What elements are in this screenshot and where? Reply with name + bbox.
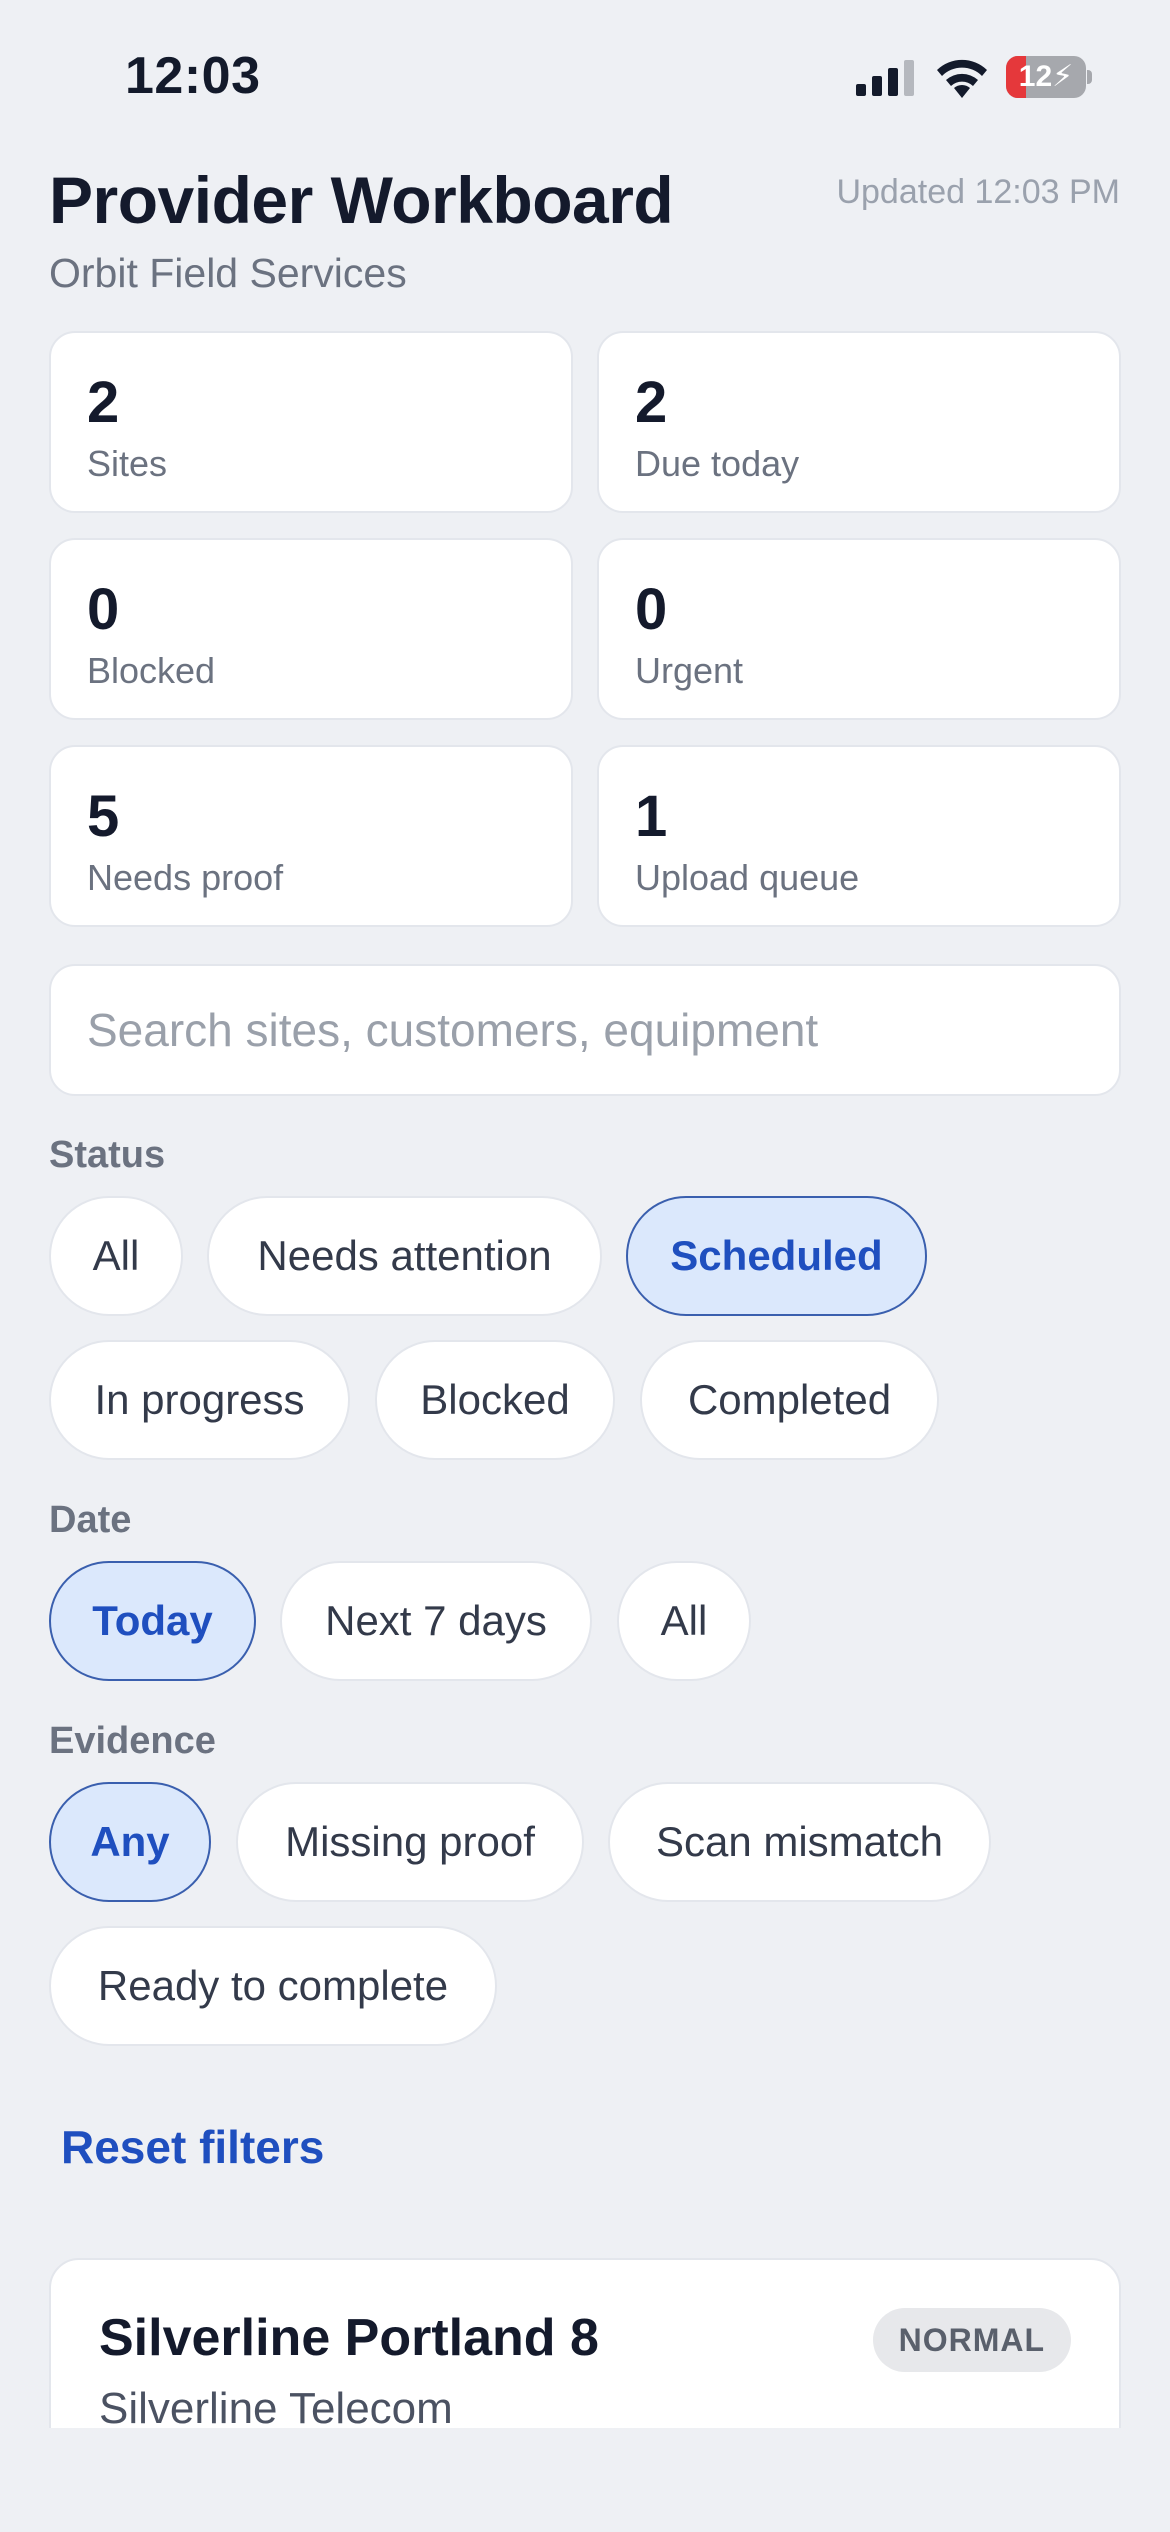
wifi-icon	[937, 59, 987, 98]
stat-label: Urgent	[635, 650, 744, 691]
stat-label: Blocked	[87, 650, 216, 691]
status-chip-completed[interactable]: Completed	[640, 1340, 939, 1460]
site-customer: Silverline Telecom	[99, 2384, 453, 2428]
stat-card-blocked[interactable]: 0 Blocked	[49, 538, 573, 720]
stat-value: 1	[635, 784, 668, 849]
stat-value: 0	[635, 577, 668, 642]
last-updated-text: Updated 12:03 PM	[836, 173, 1120, 211]
date-chip-today[interactable]: Today	[49, 1561, 256, 1681]
stat-card-needs-proof[interactable]: 5 Needs proof	[49, 745, 573, 927]
stat-card-urgent[interactable]: 0 Urgent	[597, 538, 1121, 720]
stat-label: Needs proof	[87, 857, 284, 898]
date-chip-next-7-days[interactable]: Next 7 days	[280, 1561, 592, 1681]
status-chip-scheduled[interactable]: Scheduled	[626, 1196, 927, 1316]
stat-value: 2	[87, 370, 120, 435]
page-subtitle: Orbit Field Services	[49, 250, 407, 296]
battery-level: 12	[1018, 60, 1053, 93]
status-bar: 12:03 12⚡	[0, 0, 1170, 150]
site-name: Silverline Portland 8	[99, 2309, 599, 2367]
stat-card-due-today[interactable]: 2 Due today	[597, 331, 1121, 513]
evidence-chip-scan-mismatch[interactable]: Scan mismatch	[608, 1782, 991, 1902]
stat-card-sites[interactable]: 2 Sites	[49, 331, 573, 513]
evidence-chip-any[interactable]: Any	[49, 1782, 211, 1902]
site-card[interactable]: Silverline Portland 8 NORMAL Silverline …	[49, 2258, 1121, 2428]
stat-value: 5	[87, 784, 120, 849]
status-time: 12:03	[125, 47, 261, 105]
status-filter-label: Status	[49, 1134, 166, 1176]
date-chip-all[interactable]: All	[617, 1561, 751, 1681]
evidence-filter-label: Evidence	[49, 1720, 216, 1762]
search-box[interactable]	[49, 964, 1121, 1096]
site-list: Silverline Portland 8 NORMAL Silverline …	[0, 2200, 1170, 2428]
stat-value: 0	[87, 577, 120, 642]
cellular-signal-icon	[856, 60, 914, 96]
stat-label: Upload queue	[635, 857, 860, 898]
date-filter-label: Date	[49, 1499, 132, 1541]
stat-card-upload-queue[interactable]: 1 Upload queue	[597, 745, 1121, 927]
page-title: Provider Workboard	[49, 163, 674, 237]
status-chip-blocked[interactable]: Blocked	[375, 1340, 615, 1460]
stat-label: Sites	[87, 443, 168, 484]
stat-label: Due today	[635, 443, 800, 484]
battery-charging-icon: 12⚡	[1006, 56, 1092, 98]
stat-value: 2	[635, 370, 668, 435]
priority-badge: NORMAL	[872, 2308, 1071, 2372]
status-chip-in-progress[interactable]: In progress	[49, 1340, 350, 1460]
evidence-chip-ready-to-complete[interactable]: Ready to complete	[49, 1926, 497, 2046]
reset-filters-link[interactable]: Reset filters	[61, 2120, 324, 2174]
search-input[interactable]	[51, 966, 1119, 1094]
status-chip-needs-attention[interactable]: Needs attention	[207, 1196, 602, 1316]
status-chip-all[interactable]: All	[49, 1196, 183, 1316]
evidence-chip-missing-proof[interactable]: Missing proof	[236, 1782, 584, 1902]
